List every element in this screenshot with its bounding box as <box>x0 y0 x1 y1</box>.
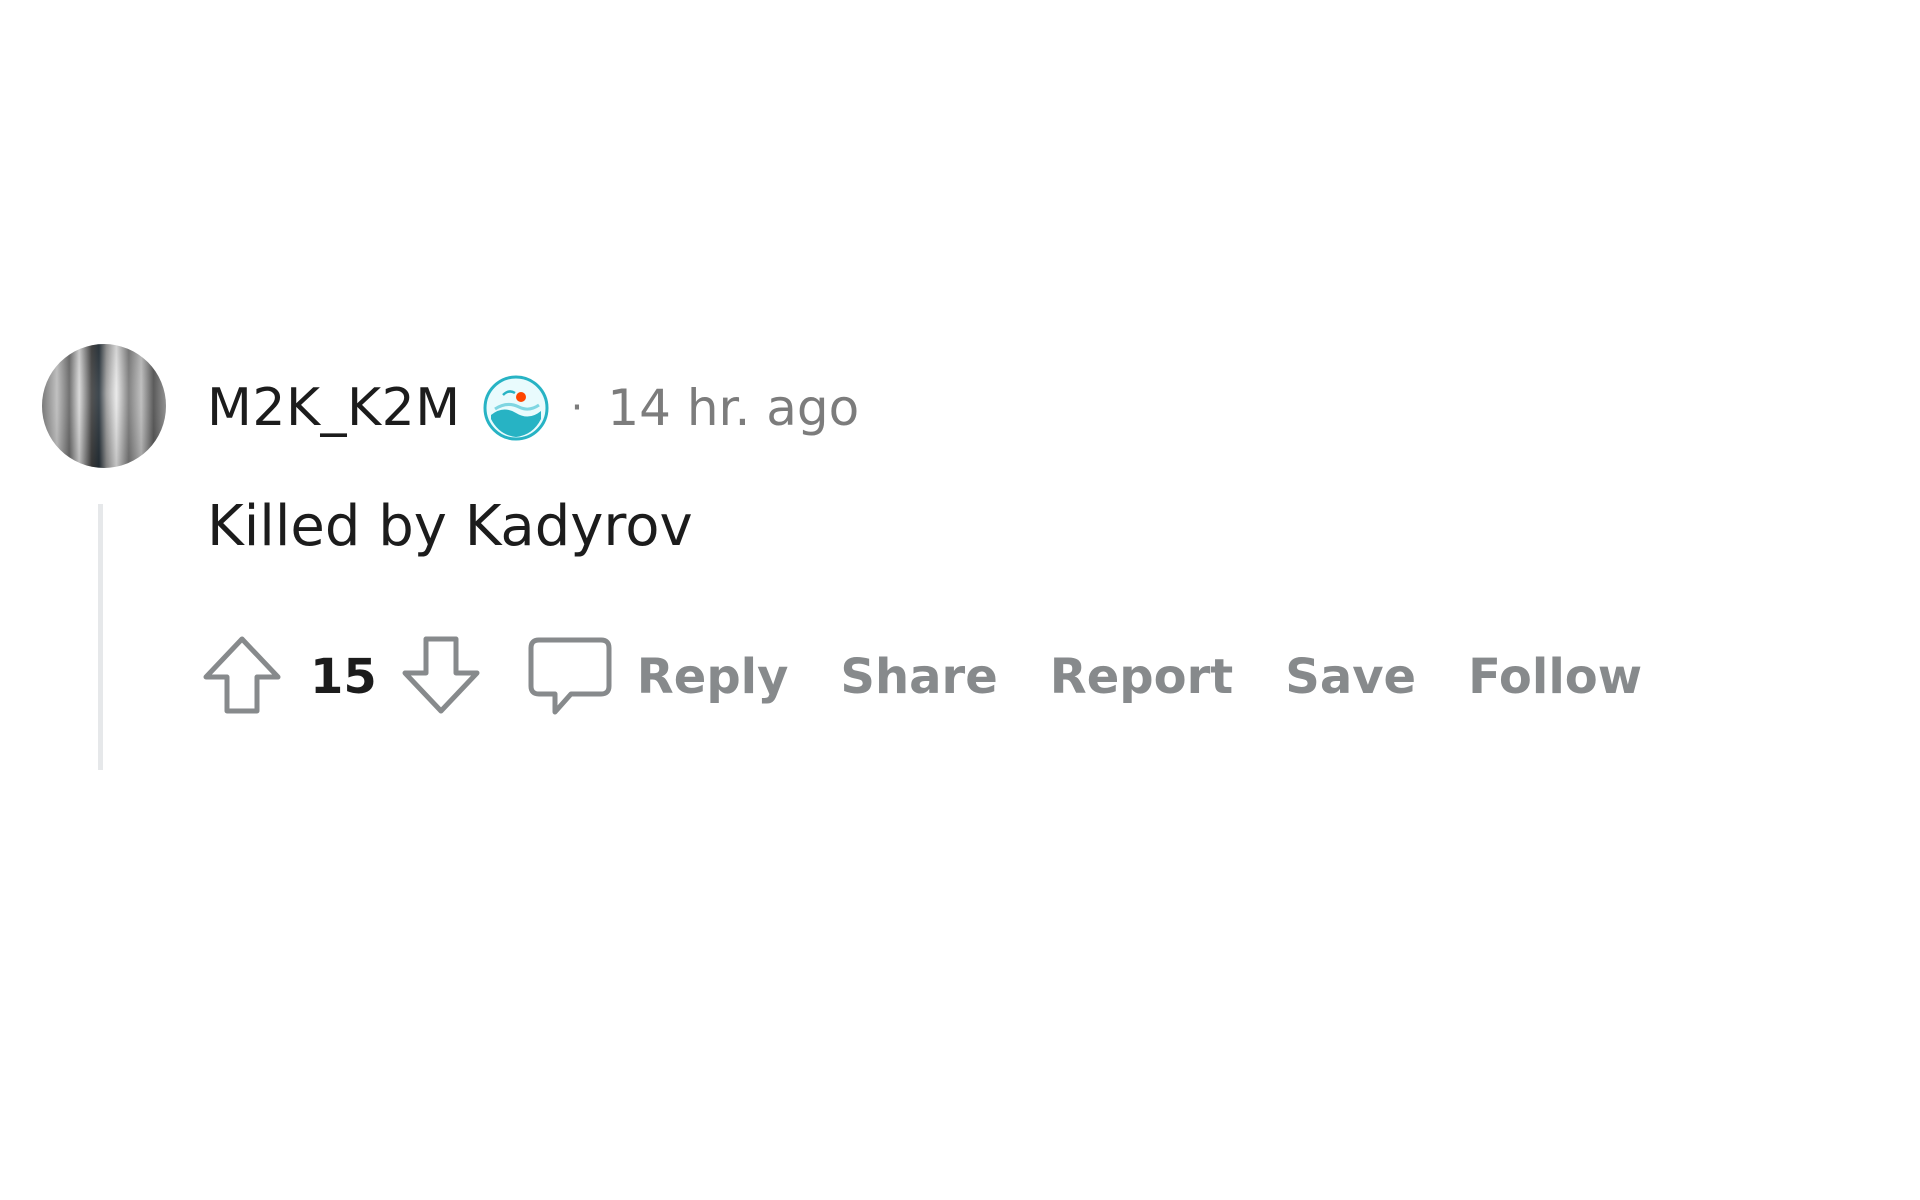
comment-body: Killed by Kadyrov <box>207 494 693 559</box>
vote-score: 15 <box>310 649 377 705</box>
reply-button[interactable]: Reply <box>637 649 789 705</box>
snoo-avatar-badge-icon <box>483 375 549 441</box>
downvote-arrow-icon <box>399 633 483 721</box>
username-link[interactable]: M2K_K2M <box>207 378 461 438</box>
upvote-button[interactable] <box>200 632 284 722</box>
comment-timestamp[interactable]: 14 hr. ago <box>607 379 859 437</box>
report-button[interactable]: Report <box>1050 649 1233 705</box>
follow-button[interactable]: Follow <box>1468 649 1642 705</box>
share-button[interactable]: Share <box>840 649 997 705</box>
downvote-button[interactable] <box>399 632 483 722</box>
save-button[interactable]: Save <box>1285 649 1416 705</box>
comment-bubble-icon <box>525 630 615 724</box>
thread-collapse-line[interactable] <box>98 504 103 770</box>
comment-action-bar: 15 Reply Share Report Save Follow <box>200 632 1642 722</box>
meta-separator: · <box>570 385 584 431</box>
upvote-arrow-icon <box>200 633 284 721</box>
reply-icon-button[interactable] <box>525 632 615 722</box>
comment-meta: M2K_K2M · 14 hr. ago <box>207 375 859 441</box>
comment: M2K_K2M · 14 hr. ago Killed by Kadyrov 1… <box>0 0 1920 1200</box>
user-avatar[interactable] <box>42 344 166 468</box>
